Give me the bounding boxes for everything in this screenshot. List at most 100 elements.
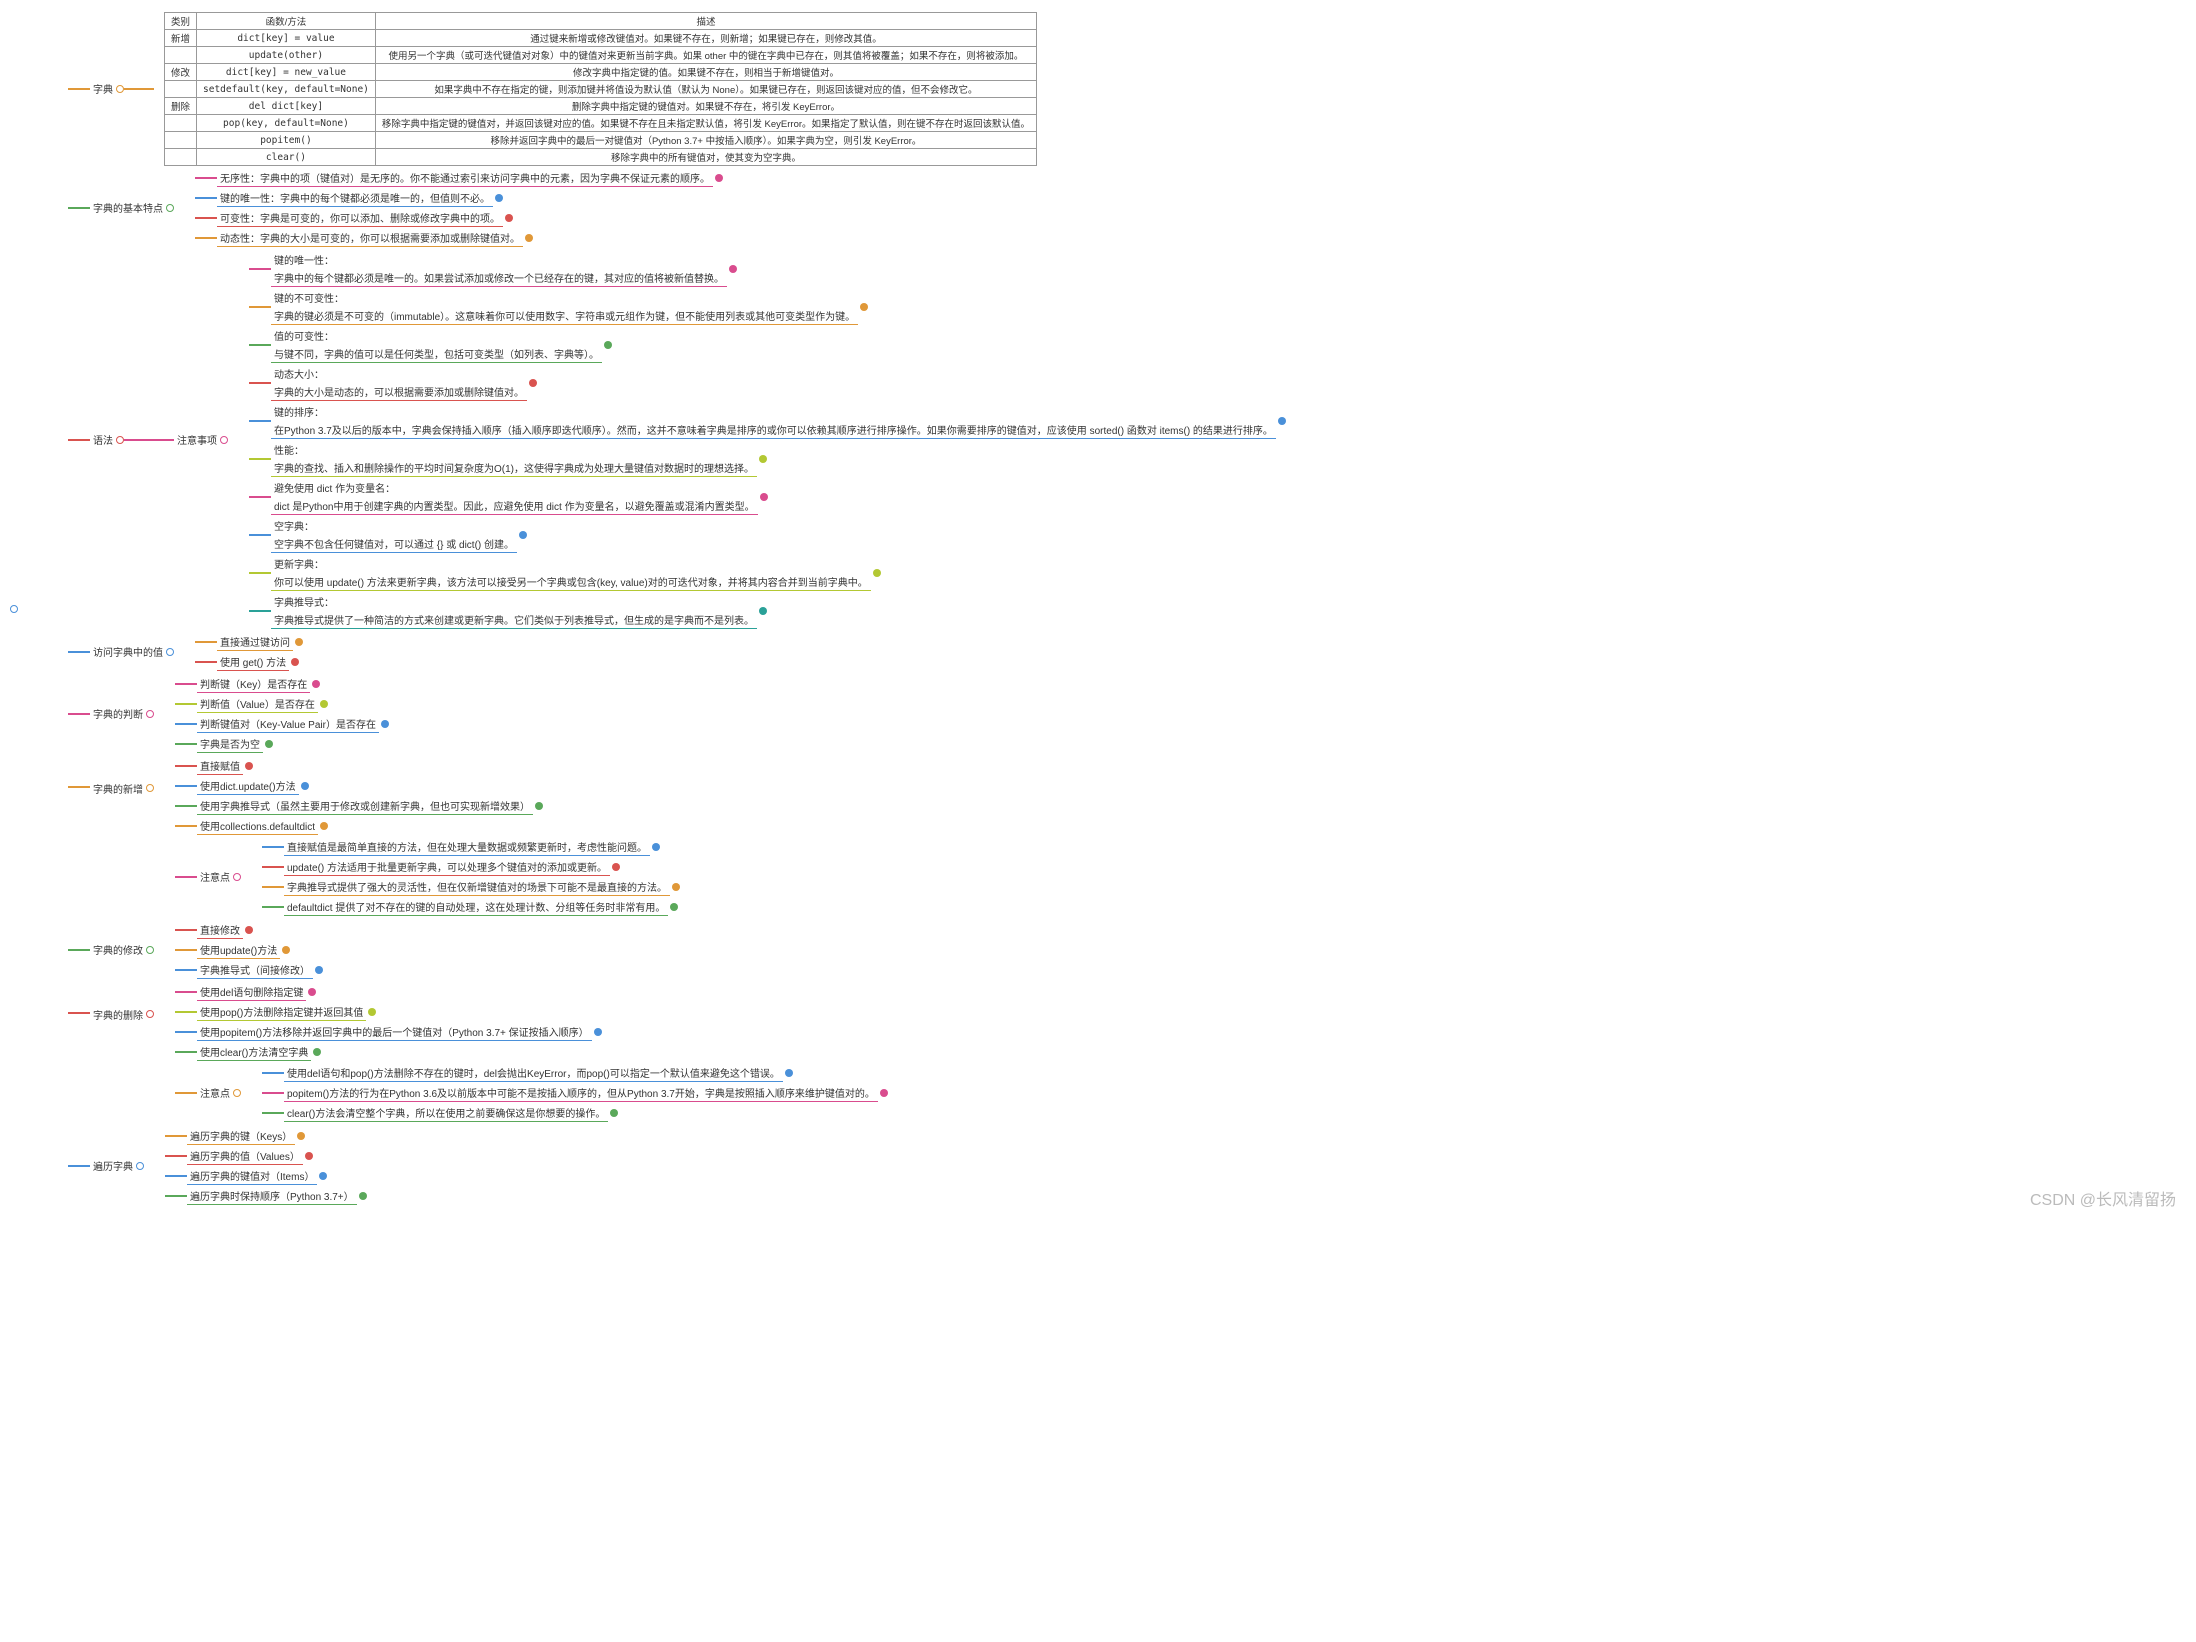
table-cell: popitem() [197, 132, 376, 149]
leaf-dot [312, 680, 320, 688]
connector [68, 207, 90, 209]
table-cell: del dict[key] [197, 98, 376, 115]
leaf-dot [313, 1048, 321, 1056]
leaf-dot [282, 946, 290, 954]
connector [249, 268, 271, 270]
leaf-dot [319, 1172, 327, 1180]
leaf: 直接通过键访问 [217, 633, 293, 651]
node-label: 语法 [90, 431, 116, 449]
leaf-title: 键的排序： [271, 403, 1276, 421]
syntax-note: 键的排序：在Python 3.7及以后的版本中，字典会保持插入顺序（插入顺序即迭… [249, 403, 1286, 439]
leaf-dot [265, 740, 273, 748]
leaf: 直接修改 [197, 921, 243, 939]
leaf: dict 是Python中用于创建字典的内置类型。因此，应避免使用 dict 作… [271, 497, 758, 515]
connector [175, 1031, 197, 1033]
node-label: 访问字典中的值 [90, 643, 166, 661]
leaf: popitem()方法的行为在Python 3.6及以前版本中可能不是按插入顺序… [284, 1084, 878, 1102]
connector [262, 1092, 284, 1094]
leaf-dot [670, 903, 678, 911]
connector [262, 1112, 284, 1114]
leaf-dot [610, 1109, 618, 1117]
leaf-dot [535, 802, 543, 810]
connector [195, 177, 217, 179]
leaf: 使用collections.defaultdict [197, 817, 318, 835]
leaf-dot [715, 174, 723, 182]
section-check: 字典的判断 判断键（Key）是否存在 判断值（Value）是否存在 判断键值对（… [68, 674, 1286, 754]
section-iterate: 遍历字典 遍历字典的键（Keys） 遍历字典的值（Values） 遍历字典的键值… [68, 1126, 1286, 1206]
leaf-dot [594, 1028, 602, 1036]
leaf: 字典推导式（间接修改） [197, 961, 313, 979]
mindmap-root: 字典 类别函数/方法描述 新增dict[key] = value通过键来新增或修… [10, 10, 2186, 1208]
table-cell: 如果字典中不存在指定的键，则添加键并将值设为默认值（默认为 None）。如果键已… [375, 81, 1036, 98]
syntax-note: 空字典：空字典不包含任何键值对，可以通过 {} 或 dict() 创建。 [249, 517, 1286, 553]
leaf: 使用del语句和pop()方法删除不存在的键时，del会抛出KeyError，而… [284, 1064, 783, 1082]
leaf: 字典的大小是动态的，可以根据需要添加或删除键值对。 [271, 383, 527, 401]
leaf: 字典的键必须是不可变的（immutable）。这意味着你可以使用数字、字符串或元… [271, 307, 858, 325]
node-label: 注意点 [197, 868, 233, 886]
connector [175, 805, 197, 807]
leaf: 字典推导式提供了强大的灵活性，但在仅新增键值对的场景下可能不是最直接的方法。 [284, 878, 670, 896]
leaf: 遍历字典时保持顺序（Python 3.7+） [187, 1187, 357, 1205]
connector [249, 420, 271, 422]
connector [175, 785, 197, 787]
leaf: update() 方法适用于批量更新字典，可以处理多个键值对的添加或更新。 [284, 858, 610, 876]
leaf-title: 性能： [271, 441, 757, 459]
leaf: 判断值（Value）是否存在 [197, 695, 318, 713]
leaf-dot [320, 700, 328, 708]
section-access: 访问字典中的值 直接通过键访问 使用 get() 方法 [68, 632, 1286, 672]
leaf: 判断键（Key）是否存在 [197, 675, 310, 693]
syntax-note: 更新字典：你可以使用 update() 方法来更新字典，该方法可以接受另一个字典… [249, 555, 1286, 591]
table-cell: dict[key] = value [197, 30, 376, 47]
node-label: 字典的删除 [90, 1006, 146, 1024]
leaf: 在Python 3.7及以后的版本中，字典会保持插入顺序（插入顺序即迭代顺序）。… [271, 421, 1276, 439]
leaf: 直接赋值 [197, 757, 243, 775]
leaf: 使用字典推导式（虽然主要用于修改或创建新字典，但也可实现新增效果） [197, 797, 533, 815]
table-row: popitem()移除并返回字典中的最后一对键值对（Python 3.7+ 中按… [165, 132, 1037, 149]
leaf-title: 避免使用 dict 作为变量名： [271, 479, 758, 497]
connector [249, 458, 271, 460]
connector [249, 572, 271, 574]
table-cell: 修改字典中指定键的值。如果键不存在，则相当于新增键值对。 [375, 64, 1036, 81]
connector [68, 1012, 90, 1014]
connector [175, 969, 197, 971]
node-label: 字典的基本特点 [90, 199, 166, 217]
node-dot [146, 710, 154, 718]
table-cell [165, 115, 197, 132]
table-cell [165, 149, 197, 166]
connector [68, 786, 90, 788]
watermark: CSDN @长风清留扬 [2030, 1186, 2176, 1210]
leaf-dot [301, 782, 309, 790]
node-label: 注意事项 [174, 431, 220, 449]
connector [165, 1155, 187, 1157]
connector [175, 825, 197, 827]
connector [68, 949, 90, 951]
connector [195, 197, 217, 199]
table-row: update(other)使用另一个字典（或可迭代键值对对象）中的键值对来更新当… [165, 47, 1037, 64]
table-cell: 使用另一个字典（或可迭代键值对对象）中的键值对来更新当前字典。如果 other … [375, 47, 1036, 64]
table-cell: 删除字典中指定键的键值对。如果键不存在，将引发 KeyError。 [375, 98, 1036, 115]
leaf-dot [495, 194, 503, 202]
leaf-dot [245, 762, 253, 770]
leaf: 字典推导式提供了一种简洁的方式来创建或更新字典。它们类似于列表推导式，但生成的是… [271, 611, 757, 629]
table-header: 函数/方法 [197, 13, 376, 30]
connector [249, 534, 271, 536]
connector [165, 1195, 187, 1197]
leaf-title: 键的唯一性： [271, 251, 727, 269]
leaf-dot [672, 883, 680, 891]
connector [195, 217, 217, 219]
leaf: 使用pop()方法删除指定键并返回其值 [197, 1003, 366, 1021]
table-cell: update(other) [197, 47, 376, 64]
leaf-dot [315, 966, 323, 974]
leaf-dot [381, 720, 389, 728]
table-cell: 删除 [165, 98, 197, 115]
connector [68, 439, 90, 441]
leaf: 遍历字典的键（Keys） [187, 1127, 295, 1145]
table-cell: 修改 [165, 64, 197, 81]
leaf: 字典中的每个键都必须是唯一的。如果尝试添加或修改一个已经存在的键，其对应的值将被… [271, 269, 727, 287]
leaf: 无序性：字典中的项（键值对）是无序的。你不能通过索引来访问字典中的元素，因为字典… [217, 169, 713, 187]
table-cell: dict[key] = new_value [197, 64, 376, 81]
leaf-dot [760, 493, 768, 501]
leaf-dot [245, 926, 253, 934]
leaf: 键的唯一性：字典中的每个键都必须是唯一的，但值则不必。 [217, 189, 493, 207]
connector [68, 88, 90, 90]
